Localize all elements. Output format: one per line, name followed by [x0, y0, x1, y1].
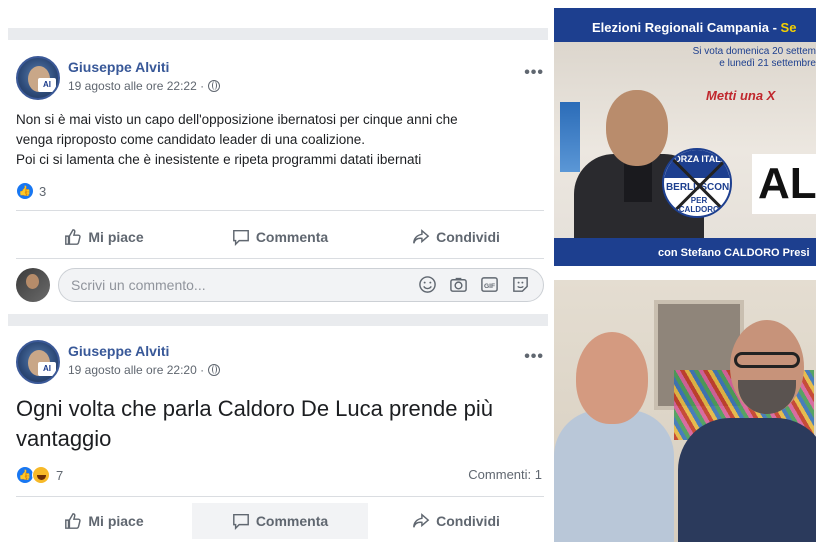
comments-count[interactable]: Commenti: 1: [468, 467, 542, 482]
ellipsis-icon[interactable]: •••: [524, 64, 544, 82]
thumbs-up-icon: [65, 513, 82, 529]
candidate-name: AL: [752, 154, 816, 214]
reaction-count: 7: [56, 467, 64, 483]
post-meta: 19 agosto alle ore 22:20 ·: [68, 363, 221, 377]
feed-separator: [8, 314, 548, 326]
avatar-badge: AI: [38, 78, 56, 92]
party-logo: FORZA ITALIA BERLUSCONI PER CALDORO: [662, 148, 732, 218]
reactions-summary[interactable]: 👍 7: [16, 464, 63, 486]
like-button[interactable]: Mi piace: [16, 503, 192, 539]
comment-label: Commenta: [255, 229, 329, 245]
photo-person-left-head: [576, 332, 648, 424]
reactions-summary[interactable]: 👍 3: [16, 180, 46, 202]
divider: [16, 258, 544, 259]
banner-title-highlight: Se: [780, 20, 797, 35]
share-button[interactable]: Condividi: [368, 503, 544, 539]
emoji-icon[interactable]: [418, 275, 437, 294]
comment-icon: [232, 229, 249, 246]
banner-title-text: Elezioni Regionali Campania -: [592, 20, 781, 35]
banner-subtitle-line: e lunedì 21 settembre: [719, 58, 816, 69]
share-icon: [413, 229, 430, 244]
sticker-icon[interactable]: [511, 275, 530, 294]
like-label: Mi piace: [88, 229, 144, 245]
candidate-head: [606, 90, 668, 166]
comment-tools: GIF: [418, 275, 530, 294]
like-reaction-icon: 👍: [16, 182, 34, 200]
post-header: AI Giuseppe Alviti 19 agosto alle ore 22…: [16, 56, 544, 106]
ellipsis-icon[interactable]: •••: [524, 348, 544, 366]
thumbs-up-icon: [65, 229, 82, 245]
photo-person-right-glasses: [734, 352, 800, 368]
haha-reaction-icon: [32, 466, 50, 484]
post-header: AI Giuseppe Alviti 19 agosto alle ore 22…: [16, 340, 544, 390]
globe-icon: [208, 80, 221, 92]
post-actions: Mi piace Commenta Condividi: [16, 503, 544, 539]
author-avatar[interactable]: AI: [16, 340, 60, 384]
like-label: Mi piace: [88, 513, 144, 529]
author-name[interactable]: Giuseppe Alviti: [68, 343, 169, 359]
comment-button[interactable]: Commenta: [192, 219, 368, 255]
divider: [16, 496, 544, 497]
post-actions: Mi piace Commenta Condividi: [16, 219, 544, 255]
divider: [16, 210, 544, 211]
camera-icon[interactable]: [449, 275, 468, 294]
comment-button[interactable]: Commenta: [192, 503, 368, 539]
post-photo[interactable]: [554, 280, 816, 542]
post-text: Ogni volta che parla Caldoro De Luca pre…: [16, 396, 493, 451]
post-text-line: Non si è mai visto un capo dell'opposizi…: [16, 112, 458, 127]
post-timestamp[interactable]: 19 agosto alle ore 22:20 ·: [68, 363, 204, 377]
globe-icon: [208, 364, 221, 376]
post-text-line: venga riproposto come candidato leader d…: [16, 132, 365, 147]
author-avatar[interactable]: AI: [16, 56, 60, 100]
share-label: Condividi: [436, 229, 500, 245]
comment-label: Commenta: [255, 513, 329, 529]
banner-footer: con Stefano CALDORO Presi: [554, 238, 816, 266]
banner-subtitle-line: Si vota domenica 20 settem: [692, 46, 816, 57]
feed-separator: [8, 28, 548, 40]
post-text: Non si è mai visto un capo dell'opposizi…: [16, 110, 536, 170]
post-meta: 19 agosto alle ore 22:22 ·: [68, 79, 221, 93]
flag: [560, 102, 580, 172]
avatar-badge: AI: [38, 362, 56, 376]
gif-icon[interactable]: GIF: [480, 275, 499, 294]
share-button[interactable]: Condividi: [368, 219, 544, 255]
post-timestamp[interactable]: 19 agosto alle ore 22:22 ·: [68, 79, 204, 93]
photo-person-left: [554, 410, 674, 542]
banner-subtitle: Si vota domenica 20 settem e lunedì 21 s…: [686, 46, 816, 70]
viewer-avatar[interactable]: [16, 268, 50, 302]
post-text-line: Poi ci si lamenta che è inesistente e ri…: [16, 152, 422, 167]
share-icon: [413, 513, 430, 528]
party-logo-low-line: PER: [690, 196, 708, 205]
share-label: Condividi: [436, 513, 500, 529]
photo-person-right: [678, 418, 816, 542]
banner-slogan: Metti una X: [706, 88, 776, 103]
candidate-shirt: [624, 162, 652, 202]
author-name[interactable]: Giuseppe Alviti: [68, 59, 169, 75]
election-banner: Elezioni Regionali Campania - Se Si vota…: [554, 8, 816, 266]
feed: AI Giuseppe Alviti 19 agosto alle ore 22…: [8, 0, 548, 550]
banner-title: Elezioni Regionali Campania - Se: [554, 8, 816, 42]
comment-icon: [232, 513, 249, 530]
svg-text:GIF: GIF: [484, 283, 495, 290]
comment-composer: Scrivi un commento... GIF: [16, 266, 544, 304]
like-button[interactable]: Mi piace: [16, 219, 192, 255]
reaction-count: 3: [39, 183, 47, 199]
